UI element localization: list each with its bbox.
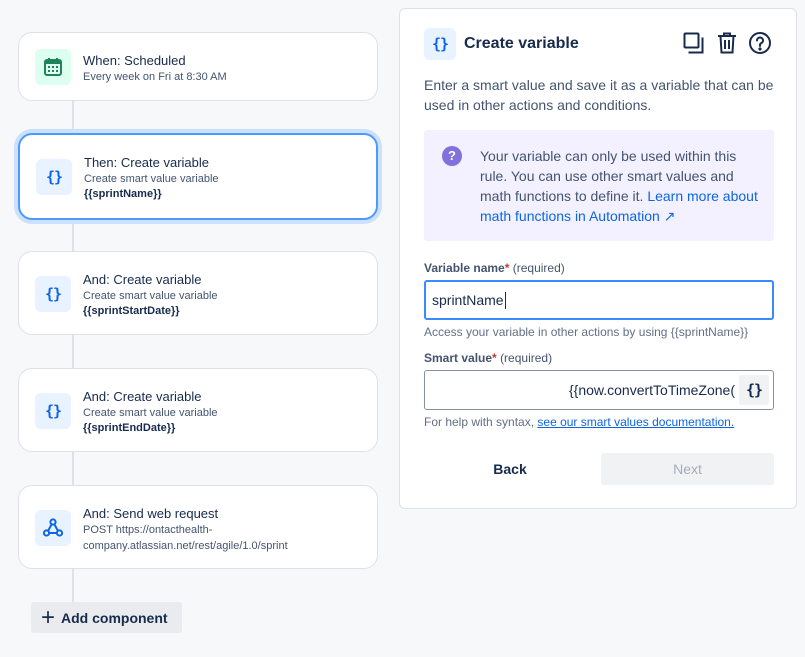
calendar-icon xyxy=(35,49,71,85)
flow-connector xyxy=(72,569,74,603)
flow-item-variable: {{sprintStartDate}} xyxy=(83,305,180,317)
duplicate-icon[interactable] xyxy=(682,31,706,55)
braces-icon: {} xyxy=(35,393,71,429)
flow-item-title: And: Create variable xyxy=(83,272,202,287)
panel-title: Create variable xyxy=(464,35,579,52)
flow-item-variable: {{sprintEndDate}} xyxy=(83,422,176,434)
flow-connector xyxy=(72,335,74,369)
next-button[interactable]: Next xyxy=(601,453,774,485)
plus-icon: + xyxy=(41,603,56,631)
insert-smart-value-button[interactable]: {} xyxy=(739,375,769,405)
webhook-icon xyxy=(35,510,71,546)
info-message: ? Your variable can only be used within … xyxy=(424,130,774,241)
flow-connector xyxy=(72,100,74,134)
smart-values-docs-link[interactable]: see our smart values documentation. xyxy=(537,415,734,429)
panel-description: Enter a smart value and save it as a var… xyxy=(424,77,774,113)
back-button[interactable]: Back xyxy=(424,453,596,485)
question-icon: ? xyxy=(442,146,462,166)
flow-item-subtitle: Create smart value variable xyxy=(83,290,218,302)
braces-icon: {} xyxy=(424,28,456,60)
flow-item-title: Then: Create variable xyxy=(84,155,210,170)
flow-item-subtitle: Create smart value variable xyxy=(84,173,219,185)
flow-item-title: And: Send web request xyxy=(83,506,219,521)
flow-item-title: When: Scheduled xyxy=(83,53,186,68)
variable-name-input[interactable]: sprintName xyxy=(424,280,774,320)
text-caret xyxy=(504,291,506,309)
flow-connector xyxy=(72,452,74,486)
variable-name-helper: Access your variable in other actions by… xyxy=(424,325,749,339)
smart-value-label: Smart value* (required) xyxy=(424,351,553,365)
flow-item-trigger[interactable]: When: Scheduled Every week on Fri at 8:3… xyxy=(18,32,378,101)
braces-icon: {} xyxy=(35,276,71,312)
flow-item-create-variable-sprint-name[interactable]: {} Then: Create variable Create smart va… xyxy=(18,133,378,220)
flow-item-title: And: Create variable xyxy=(83,389,202,404)
help-icon[interactable] xyxy=(748,31,772,55)
smart-value-input[interactable]: {{now.convertToTimeZone( {} xyxy=(424,370,774,410)
braces-icon: {} xyxy=(745,381,763,399)
flow-item-subtitle: Create smart value variable xyxy=(83,407,218,419)
panel-actions xyxy=(682,31,772,55)
flow-item-subtitle: POST https://ontacthealth-company.atlass… xyxy=(83,524,288,552)
add-component-label: Add component xyxy=(61,609,168,626)
braces-icon: {} xyxy=(36,159,72,195)
trash-icon[interactable] xyxy=(715,31,739,55)
flow-item-subtitle: Every week on Fri at 8:30 AM xyxy=(83,71,227,83)
flow-item-variable: {{sprintName}} xyxy=(84,188,162,200)
flow-connector xyxy=(72,220,74,252)
flow-item-create-variable-sprint-end-date[interactable]: {} And: Create variable Create smart val… xyxy=(18,368,378,452)
flow-item-create-variable-sprint-start-date[interactable]: {} And: Create variable Create smart val… xyxy=(18,251,378,335)
flow-item-send-web-request[interactable]: And: Send web request POST https://ontac… xyxy=(18,485,378,569)
create-variable-panel: {} Create variable Enter a smart value a… xyxy=(399,8,797,509)
add-component-button[interactable]: + Add component xyxy=(31,602,182,633)
variable-name-label: Variable name* (required) xyxy=(424,261,565,275)
smart-value-helper: For help with syntax, see our smart valu… xyxy=(424,415,735,429)
